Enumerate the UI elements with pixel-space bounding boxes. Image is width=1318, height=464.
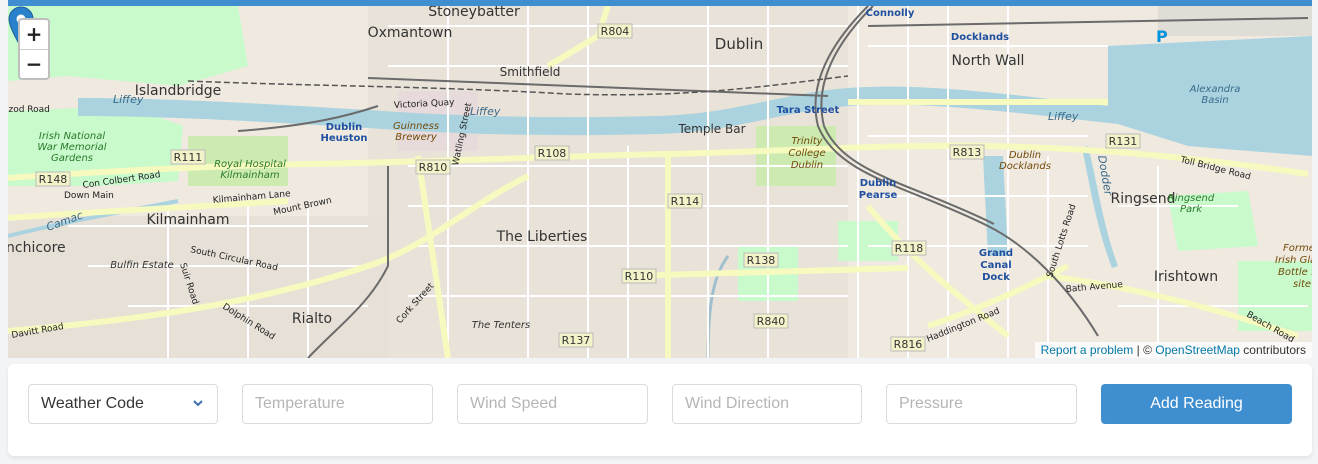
wind-direction-input[interactable]: Wind Direction — [672, 384, 862, 424]
shield-r131: R131 — [1105, 133, 1141, 149]
shield-r813: R813 — [949, 144, 985, 160]
label-inchicore: nchicore — [8, 240, 66, 256]
svg-text:Liffey: Liffey — [113, 93, 144, 106]
svg-text:Brewery: Brewery — [395, 132, 438, 143]
svg-text:izod Road: izod Road — [8, 105, 50, 115]
shield-r804: R804 — [597, 23, 633, 39]
svg-text:Kilmainham: Kilmainham — [220, 170, 280, 181]
svg-text:The Tenters: The Tenters — [472, 320, 531, 331]
svg-text:College: College — [788, 148, 825, 159]
label-stoneybatter: Stoneybatter — [428, 6, 520, 20]
shield-r138: R138 — [743, 252, 779, 268]
report-problem-link[interactable]: Report a problem — [1041, 343, 1134, 357]
zoom-in-button[interactable]: + — [20, 20, 48, 49]
svg-text:site: site — [1293, 279, 1311, 290]
parking-icon: P — [1156, 27, 1168, 46]
add-reading-button[interactable]: Add Reading — [1101, 384, 1292, 424]
svg-text:R810: R810 — [419, 161, 448, 174]
shield-r114: R114 — [667, 193, 703, 209]
pressure-input[interactable]: Pressure — [886, 384, 1077, 424]
svg-text:R804: R804 — [601, 25, 630, 38]
label-temple-bar: Temple Bar — [677, 122, 745, 136]
svg-text:Liffey: Liffey — [1048, 110, 1079, 123]
wind-speed-input[interactable]: Wind Speed — [457, 384, 648, 424]
shield-r118: R118 — [891, 240, 927, 256]
attribution-contributors: contributors — [1239, 343, 1306, 357]
svg-text:R148: R148 — [39, 173, 68, 186]
svg-text:Irish National: Irish National — [39, 131, 105, 142]
svg-text:R138: R138 — [747, 254, 776, 267]
weather-code-select[interactable]: Weather Code — [28, 384, 218, 424]
svg-text:Dublin: Dublin — [326, 122, 363, 133]
label-rialto: Rialto — [292, 311, 332, 327]
svg-text:R114: R114 — [671, 195, 700, 208]
svg-text:Alexandra: Alexandra — [1189, 84, 1241, 95]
label-north-wall: North Wall — [952, 53, 1025, 69]
svg-text:R840: R840 — [757, 315, 786, 328]
svg-text:Canal: Canal — [980, 260, 1011, 271]
svg-text:Trinity: Trinity — [791, 136, 823, 147]
label-oxmantown: Oxmantown — [368, 25, 453, 41]
label-irishtown: Irishtown — [1154, 269, 1218, 285]
shield-r111: R111 — [170, 149, 206, 165]
map-view[interactable]: R804 R108 R111 R148 R810 R114 R813 R131 … — [8, 6, 1312, 358]
map-attribution: Report a problem | © OpenStreetMap contr… — [1034, 342, 1312, 358]
zoom-control: + − — [18, 18, 50, 80]
zoom-out-button[interactable]: − — [20, 49, 48, 78]
svg-text:Bulfin Estate: Bulfin Estate — [110, 260, 174, 271]
openstreetmap-link[interactable]: OpenStreetMap — [1155, 343, 1240, 357]
map-tiles[interactable]: R804 R108 R111 R148 R810 R114 R813 R131 … — [8, 6, 1312, 358]
label-dublin: Dublin — [715, 35, 763, 53]
svg-text:R816: R816 — [894, 338, 923, 351]
shield-r110: R110 — [621, 268, 657, 284]
shield-r137: R137 — [558, 332, 594, 348]
shield-r810: R810 — [415, 159, 451, 175]
shield-r148: R148 — [35, 171, 71, 187]
svg-text:R137: R137 — [562, 334, 591, 347]
svg-text:Down Main: Down Main — [64, 191, 114, 201]
svg-text:Pearse: Pearse — [859, 190, 898, 201]
svg-text:Grand: Grand — [979, 248, 1013, 259]
svg-text:Irish Gla: Irish Gla — [1275, 255, 1312, 266]
chevron-down-icon — [193, 400, 203, 407]
svg-text:Dublin: Dublin — [1009, 150, 1041, 161]
svg-text:Docklands: Docklands — [999, 161, 1051, 172]
svg-text:Tara Street: Tara Street — [777, 105, 840, 116]
label-ringsend: Ringsend — [1110, 191, 1175, 207]
svg-text:Liffey: Liffey — [470, 105, 501, 118]
svg-text:Bottle fac: Bottle fac — [1278, 267, 1312, 278]
svg-text:R111: R111 — [174, 151, 203, 164]
label-the-liberties: The Liberties — [496, 229, 588, 245]
svg-text:R108: R108 — [538, 147, 567, 160]
svg-text:Basin: Basin — [1201, 95, 1228, 106]
svg-text:Guinness: Guinness — [393, 121, 439, 132]
svg-text:Dublin: Dublin — [860, 178, 897, 189]
svg-text:War Memorial: War Memorial — [37, 142, 106, 153]
svg-text:Docklands: Docklands — [951, 32, 1009, 43]
weather-code-value: Weather Code — [41, 395, 144, 412]
svg-text:R813: R813 — [953, 146, 982, 159]
svg-text:Ringsend: Ringsend — [1168, 193, 1215, 204]
svg-text:R118: R118 — [895, 242, 924, 255]
label-islandbridge: Islandbridge — [135, 83, 222, 99]
temperature-input[interactable]: Temperature — [242, 384, 433, 424]
shield-r816: R816 — [890, 336, 926, 352]
svg-text:Park: Park — [1180, 204, 1203, 215]
svg-text:Gardens: Gardens — [51, 153, 93, 164]
reading-form-panel: Weather Code Temperature Wind Speed Wind… — [8, 364, 1312, 456]
shield-r840: R840 — [753, 313, 789, 329]
label-kilmainham: Kilmainham — [146, 212, 229, 228]
svg-text:Dock: Dock — [982, 272, 1010, 283]
svg-text:Dublin: Dublin — [791, 160, 823, 171]
svg-text:Forme: Forme — [1283, 243, 1312, 254]
svg-text:Connolly: Connolly — [866, 8, 915, 19]
shield-r108: R108 — [534, 145, 570, 161]
svg-text:Heuston: Heuston — [321, 133, 368, 144]
label-smithfield: Smithfield — [500, 65, 561, 79]
svg-text:R110: R110 — [625, 270, 654, 283]
attribution-separator: | © — [1133, 343, 1156, 357]
svg-text:R131: R131 — [1109, 135, 1138, 148]
svg-text:Royal Hospital: Royal Hospital — [214, 159, 286, 170]
